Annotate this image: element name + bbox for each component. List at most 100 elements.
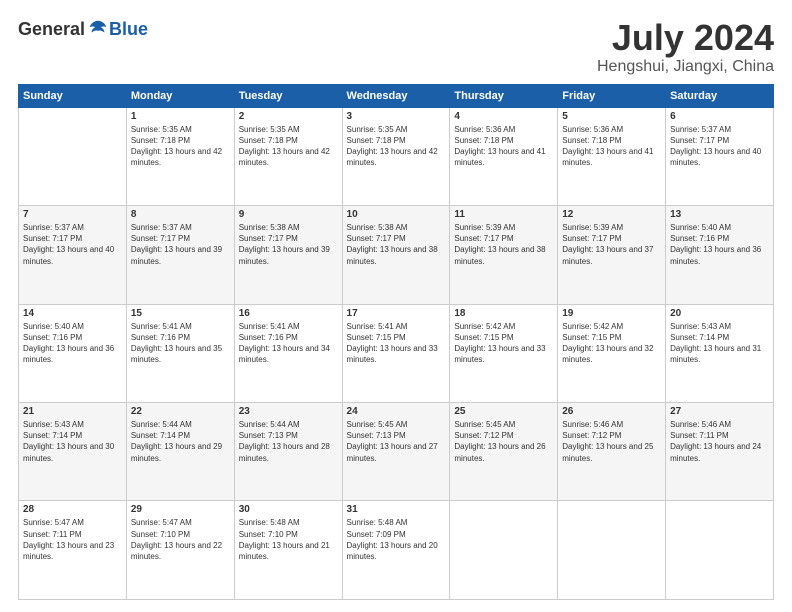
calendar-cell: 1Sunrise: 5:35 AMSunset: 7:18 PMDaylight… [126, 107, 234, 205]
day-number: 26 [562, 406, 661, 417]
day-number: 18 [454, 308, 553, 319]
day-info: Sunrise: 5:40 AMSunset: 7:16 PMDaylight:… [23, 321, 122, 366]
weekday-header-saturday: Saturday [666, 84, 774, 107]
calendar-cell: 23 Sunrise: 5:44 AMSunset: 7:13 PMDayligh… [234, 403, 342, 501]
calendar-cell: 12 Sunrise: 5:39 AMSunset: 7:17 PMDayligh… [558, 206, 666, 304]
calendar-cell [558, 501, 666, 600]
day-info: Sunrise: 5:48 AMSunset: 7:10 PMDaylight:… [239, 517, 338, 562]
day-info: Sunrise: 5:37 AMSunset: 7:17 PMDaylight:… [23, 222, 122, 267]
day-number: 7 [23, 209, 122, 220]
logo: General Blue [18, 18, 148, 40]
day-info: Sunrise: 5:44 AMSunset: 7:13 PMDaylight:… [239, 419, 338, 464]
week-row-4: 21Sunrise: 5:43 AMSunset: 7:14 PMDayligh… [19, 403, 774, 501]
day-number: 12 [562, 209, 661, 220]
calendar-cell: 9Sunrise: 5:38 AMSunset: 7:17 PMDaylight… [234, 206, 342, 304]
day-number: 14 [23, 308, 122, 319]
day-info: Sunrise: 5:47 AMSunset: 7:10 PMDaylight:… [131, 517, 230, 562]
day-number: 11 [454, 209, 553, 220]
day-number: 15 [131, 308, 230, 319]
calendar-cell: 28 Sunrise: 5:47 AMSunset: 7:11 PMDayligh… [19, 501, 127, 600]
day-number: 10 [347, 209, 446, 220]
day-number: 2 [239, 111, 338, 122]
day-info: Sunrise: 5:40 AMSunset: 7:16 PMDaylight:… [670, 222, 769, 267]
calendar-cell: 7 Sunrise: 5:37 AMSunset: 7:17 PMDaylight… [19, 206, 127, 304]
day-number: 17 [347, 308, 446, 319]
calendar-cell: 17 Sunrise: 5:41 AMSunset: 7:15 PMDayligh… [342, 304, 450, 402]
calendar-cell [19, 107, 127, 205]
day-info: Sunrise: 5:43 AMSunset: 7:14 PMDaylight:… [23, 419, 122, 464]
main-title: July 2024 [597, 18, 774, 58]
week-row-2: 7 Sunrise: 5:37 AMSunset: 7:17 PMDaylight… [19, 206, 774, 304]
day-number: 5 [562, 111, 661, 122]
day-info: Sunrise: 5:38 AMSunset: 7:17 PMDaylight:… [239, 222, 338, 267]
subtitle: Hengshui, Jiangxi, China [597, 58, 774, 76]
day-info: Sunrise: 5:47 AMSunset: 7:11 PMDaylight:… [23, 517, 122, 562]
logo-bird-icon [87, 18, 109, 40]
day-number: 28 [23, 504, 122, 515]
day-info: Sunrise: 5:36 AMSunset: 7:18 PMDaylight:… [454, 124, 553, 169]
day-info: Sunrise: 5:44 AMSunset: 7:14 PMDaylight:… [131, 419, 230, 464]
day-info: Sunrise: 5:39 AMSunset: 7:17 PMDaylight:… [562, 222, 661, 267]
day-number: 19 [562, 308, 661, 319]
calendar-cell: 30 Sunrise: 5:48 AMSunset: 7:10 PMDayligh… [234, 501, 342, 600]
title-area: July 2024 Hengshui, Jiangxi, China [597, 18, 774, 76]
calendar-cell: 3Sunrise: 5:35 AMSunset: 7:18 PMDaylight… [342, 107, 450, 205]
weekday-header-row: SundayMondayTuesdayWednesdayThursdayFrid… [19, 84, 774, 107]
weekday-header-wednesday: Wednesday [342, 84, 450, 107]
calendar-cell: 20Sunrise: 5:43 AMSunset: 7:14 PMDayligh… [666, 304, 774, 402]
day-number: 27 [670, 406, 769, 417]
weekday-header-sunday: Sunday [19, 84, 127, 107]
day-info: Sunrise: 5:41 AMSunset: 7:15 PMDaylight:… [347, 321, 446, 366]
day-info: Sunrise: 5:42 AMSunset: 7:15 PMDaylight:… [562, 321, 661, 366]
week-row-5: 28 Sunrise: 5:47 AMSunset: 7:11 PMDayligh… [19, 501, 774, 600]
day-info: Sunrise: 5:38 AMSunset: 7:17 PMDaylight:… [347, 222, 446, 267]
calendar-cell: 4 Sunrise: 5:36 AMSunset: 7:18 PMDaylight… [450, 107, 558, 205]
calendar-cell: 22 Sunrise: 5:44 AMSunset: 7:14 PMDayligh… [126, 403, 234, 501]
calendar-table: SundayMondayTuesdayWednesdayThursdayFrid… [18, 84, 774, 600]
day-number: 30 [239, 504, 338, 515]
calendar-cell: 8 Sunrise: 5:37 AMSunset: 7:17 PMDaylight… [126, 206, 234, 304]
calendar-cell: 24Sunrise: 5:45 AMSunset: 7:13 PMDayligh… [342, 403, 450, 501]
day-info: Sunrise: 5:39 AMSunset: 7:17 PMDaylight:… [454, 222, 553, 267]
day-number: 4 [454, 111, 553, 122]
day-number: 20 [670, 308, 769, 319]
calendar-cell: 31 Sunrise: 5:48 AMSunset: 7:09 PMDayligh… [342, 501, 450, 600]
day-info: Sunrise: 5:46 AMSunset: 7:11 PMDaylight:… [670, 419, 769, 464]
calendar-cell: 2Sunrise: 5:35 AMSunset: 7:18 PMDaylight… [234, 107, 342, 205]
weekday-header-tuesday: Tuesday [234, 84, 342, 107]
day-number: 16 [239, 308, 338, 319]
calendar-cell: 13 Sunrise: 5:40 AMSunset: 7:16 PMDayligh… [666, 206, 774, 304]
calendar-cell: 27 Sunrise: 5:46 AMSunset: 7:11 PMDayligh… [666, 403, 774, 501]
day-info: Sunrise: 5:48 AMSunset: 7:09 PMDaylight:… [347, 517, 446, 562]
day-number: 24 [347, 406, 446, 417]
calendar-cell: 11 Sunrise: 5:39 AMSunset: 7:17 PMDayligh… [450, 206, 558, 304]
calendar-cell: 26 Sunrise: 5:46 AMSunset: 7:12 PMDayligh… [558, 403, 666, 501]
calendar-cell [450, 501, 558, 600]
calendar-cell [666, 501, 774, 600]
calendar-cell: 21Sunrise: 5:43 AMSunset: 7:14 PMDayligh… [19, 403, 127, 501]
logo-blue-text: Blue [109, 19, 148, 40]
day-number: 29 [131, 504, 230, 515]
day-info: Sunrise: 5:37 AMSunset: 7:17 PMDaylight:… [670, 124, 769, 169]
calendar-cell: 6Sunrise: 5:37 AMSunset: 7:17 PMDaylight… [666, 107, 774, 205]
day-number: 22 [131, 406, 230, 417]
calendar-cell: 29 Sunrise: 5:47 AMSunset: 7:10 PMDayligh… [126, 501, 234, 600]
day-info: Sunrise: 5:37 AMSunset: 7:17 PMDaylight:… [131, 222, 230, 267]
weekday-header-friday: Friday [558, 84, 666, 107]
day-number: 31 [347, 504, 446, 515]
logo-general-text: General [18, 19, 85, 40]
day-info: Sunrise: 5:46 AMSunset: 7:12 PMDaylight:… [562, 419, 661, 464]
calendar-cell: 18Sunrise: 5:42 AMSunset: 7:15 PMDayligh… [450, 304, 558, 402]
day-info: Sunrise: 5:41 AMSunset: 7:16 PMDaylight:… [239, 321, 338, 366]
day-number: 13 [670, 209, 769, 220]
day-info: Sunrise: 5:45 AMSunset: 7:12 PMDaylight:… [454, 419, 553, 464]
day-info: Sunrise: 5:35 AMSunset: 7:18 PMDaylight:… [347, 124, 446, 169]
calendar-cell: 5Sunrise: 5:36 AMSunset: 7:18 PMDaylight… [558, 107, 666, 205]
week-row-3: 14 Sunrise: 5:40 AMSunset: 7:16 PMDayligh… [19, 304, 774, 402]
calendar-cell: 15 Sunrise: 5:41 AMSunset: 7:16 PMDayligh… [126, 304, 234, 402]
day-number: 25 [454, 406, 553, 417]
calendar-cell: 19 Sunrise: 5:42 AMSunset: 7:15 PMDayligh… [558, 304, 666, 402]
day-info: Sunrise: 5:41 AMSunset: 7:16 PMDaylight:… [131, 321, 230, 366]
day-number: 8 [131, 209, 230, 220]
day-number: 23 [239, 406, 338, 417]
